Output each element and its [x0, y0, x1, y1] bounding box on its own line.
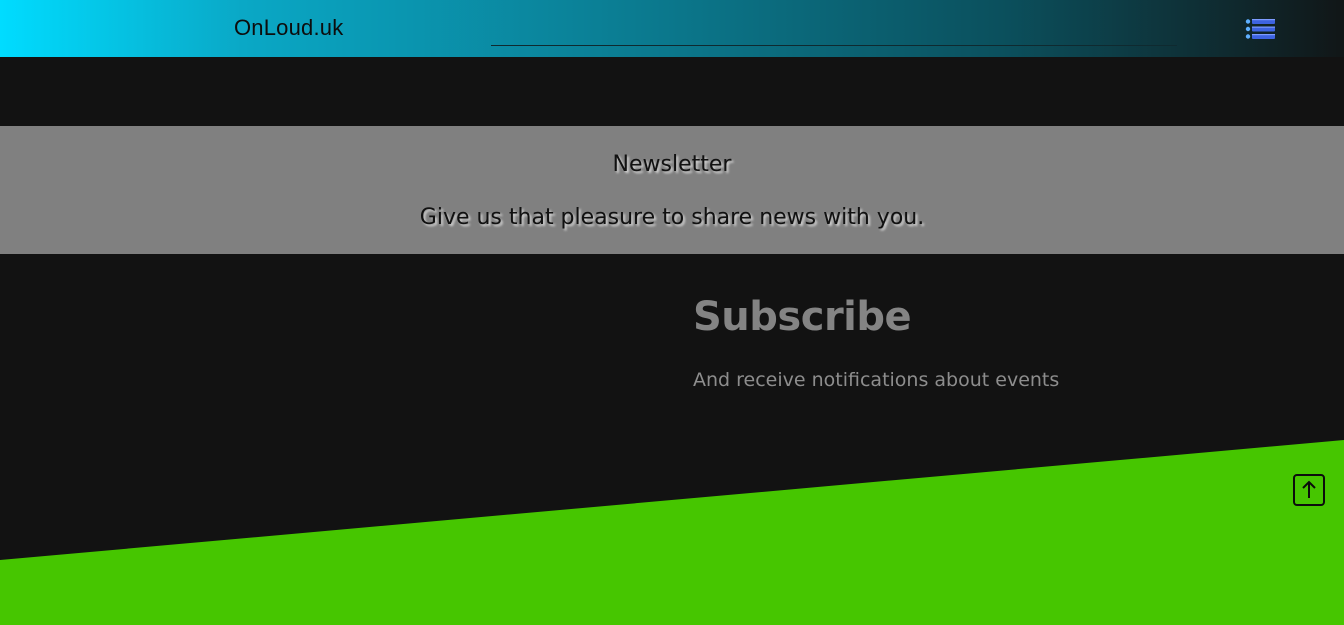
top-header: OnLoud.uk: [0, 0, 1344, 57]
search-input-underline[interactable]: [491, 45, 1177, 46]
green-slanted-footer: [0, 440, 1344, 625]
subscribe-description: And receive notifications about events: [693, 369, 1060, 391]
arrow-up-icon: [1293, 474, 1325, 506]
subscribe-heading: Subscribe: [693, 294, 912, 340]
list-menu-icon[interactable]: [1245, 18, 1276, 40]
back-to-top-button[interactable]: [1293, 474, 1325, 506]
list-menu-icon-graphic: [1245, 19, 1275, 39]
newsletter-banner: Newsletter Give us that pleasure to shar…: [0, 126, 1344, 254]
newsletter-title: Newsletter: [612, 152, 732, 177]
newsletter-subtitle: Give us that pleasure to share news with…: [419, 205, 925, 230]
page: OnLoud.uk Newsletter Give us that pleasu…: [0, 0, 1344, 625]
brand-logo-link[interactable]: OnLoud.uk: [234, 15, 343, 41]
